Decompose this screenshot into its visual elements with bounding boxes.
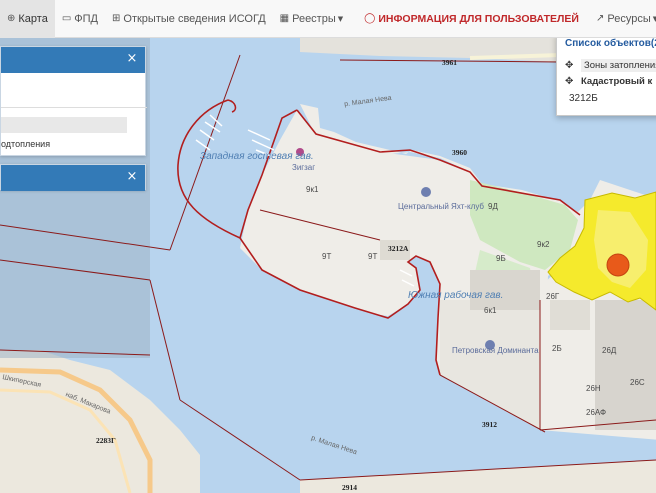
harbour-label-west: Западная гостевая гав.: [200, 151, 314, 162]
external-link-icon: ↗: [595, 13, 605, 24]
table-icon: ▦: [279, 13, 290, 24]
book-icon: ▭: [61, 13, 72, 24]
popup-row-flood-zones[interactable]: ✥ Зоны затопления: [565, 59, 656, 72]
chat-icon: ◯: [364, 13, 376, 24]
nav-item-label: Реестры: [292, 12, 336, 25]
building-number: 26Г: [546, 292, 560, 301]
nav-item-label: Открытые сведения ИСОГД: [123, 12, 266, 25]
nav-item-registries[interactable]: ▦ Реестры ▼: [273, 0, 351, 38]
panel-header: ×: [1, 165, 145, 191]
nav-item-isogd[interactable]: ⊞ Открытые сведения ИСОГД: [105, 0, 273, 38]
nav-item-label: Карта: [18, 12, 48, 25]
parcel-label: 2283Г: [96, 436, 116, 445]
place-label-yacht-club: Центральный Яхт-клуб: [398, 202, 484, 211]
harbour-label-south: Южная рабочая гав.: [408, 290, 504, 301]
close-icon[interactable]: ×: [125, 52, 139, 66]
parcel-label: 3961: [442, 58, 457, 67]
parcel-label: 3960: [452, 148, 467, 157]
caret-down-icon: ▼: [337, 14, 344, 23]
building-number: 26Д: [602, 346, 617, 355]
panel-header: ×: [1, 47, 145, 73]
popup-row-cadastral[interactable]: ✥ Кадастровый к: [565, 76, 652, 87]
globe-icon: ⊕: [7, 13, 16, 24]
parcel-label: 2914: [342, 483, 357, 492]
nav-item-user-info[interactable]: ◯ ИНФОРМАЦИЯ ДЛЯ ПОЛЬЗОВАТЕЛЕЙ: [350, 0, 589, 38]
top-navbar: ⊕ Карта ▭ ФПД ⊞ Открытые сведения ИСОГД …: [0, 0, 656, 38]
nav-item-resources[interactable]: ↗ Ресурсы ▼: [589, 0, 656, 38]
nav-item-fpd[interactable]: ▭ ФПД: [55, 0, 105, 38]
popup-row-label: Зоны затопления: [581, 59, 656, 72]
second-panel: ×: [0, 164, 146, 191]
place-label-zigzag: Зигзаг: [292, 163, 316, 172]
building-number: 26АФ: [586, 408, 607, 417]
poi-yacht-club: [421, 187, 431, 197]
building-number: 9Б: [496, 254, 506, 263]
nav-item-label: ФПД: [74, 12, 98, 25]
layers-panel: × одтопления: [0, 46, 147, 156]
building: [550, 300, 590, 330]
plus-square-icon: ⊞: [112, 13, 121, 24]
building-number: 9к2: [537, 240, 550, 249]
building-number: 9к1: [306, 185, 319, 194]
move-icon[interactable]: ✥: [565, 60, 581, 71]
divider: [1, 107, 147, 108]
move-icon[interactable]: ✥: [565, 76, 581, 87]
parcel-label: 3212А: [388, 244, 409, 253]
panel-text: одтопления: [1, 139, 51, 149]
nav-item-label: Ресурсы: [607, 12, 651, 25]
nav-item-label: ИНФОРМАЦИЯ ДЛЯ ПОЛЬЗОВАТЕЛЕЙ: [378, 12, 579, 25]
building-number: 9Д: [488, 202, 498, 211]
objects-list-popup: Список объектов(2) ✥ Зоны затопления ✥ К…: [556, 34, 656, 116]
building-number: 6к1: [484, 306, 497, 315]
place-label-dominanta: Петровская Доминанта: [452, 346, 539, 355]
location-marker: [606, 253, 630, 277]
building-number: 26Н: [586, 384, 601, 393]
panel-input-bar[interactable]: [1, 117, 127, 133]
parcel-label: 3912: [482, 420, 497, 429]
building-number: 9Т: [322, 252, 332, 261]
building-number: 2Б: [552, 344, 562, 353]
popup-row-label: Кадастровый к: [581, 76, 653, 87]
popup-value: 3212Б: [569, 93, 598, 104]
nav-item-map[interactable]: ⊕ Карта: [0, 0, 55, 38]
popup-title: Список объектов(2): [565, 38, 656, 49]
building-number: 9Т: [368, 252, 378, 261]
close-icon[interactable]: ×: [125, 170, 139, 184]
building-number: 26С: [630, 378, 645, 387]
